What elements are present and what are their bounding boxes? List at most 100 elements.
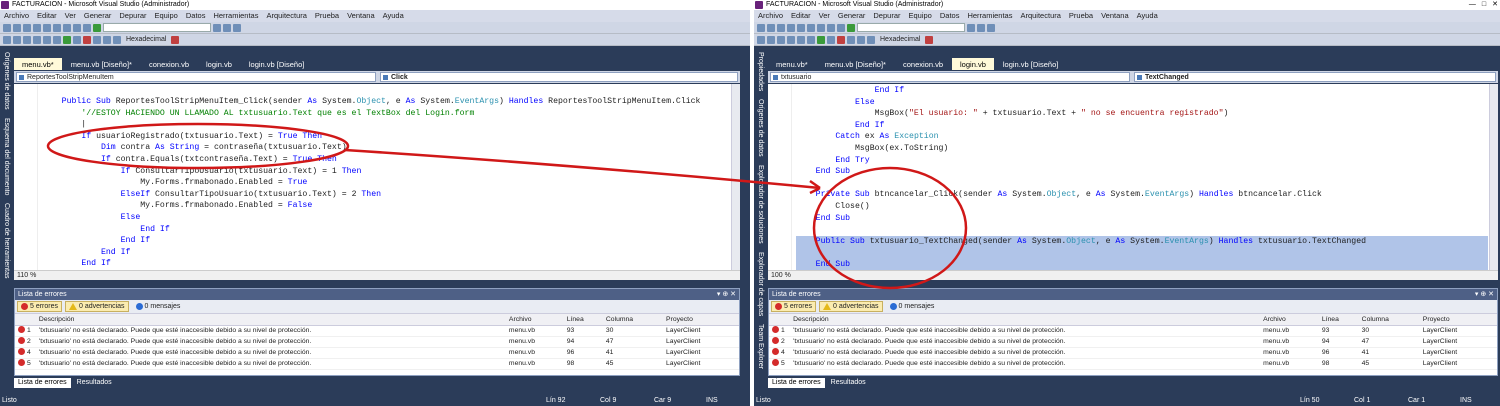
undo-icon[interactable]: [73, 23, 81, 32]
side-tab-0[interactable]: Orígenes de datos: [0, 48, 12, 114]
close-icon[interactable]: ✕: [1492, 0, 1498, 10]
step-out-icon[interactable]: [113, 35, 121, 44]
find-icon[interactable]: [213, 23, 221, 32]
copy-icon[interactable]: [53, 23, 61, 32]
bookmark-icon[interactable]: [797, 35, 805, 44]
menu-equipo[interactable]: Equipo: [151, 10, 182, 22]
errors-filter-button[interactable]: 5 errores: [771, 301, 817, 312]
menu-generar[interactable]: Generar: [834, 10, 870, 22]
cut-icon[interactable]: [43, 23, 51, 32]
step-over-icon[interactable]: [857, 35, 865, 44]
table-row[interactable]: 2'txtusuario' no está declarado. Puede q…: [769, 336, 1497, 348]
comment-icon[interactable]: [777, 35, 785, 44]
doc-tab-1[interactable]: menu.vb [Diseño]*: [63, 58, 140, 70]
doc-tab-0[interactable]: menu.vb*: [768, 58, 816, 70]
properties-icon[interactable]: [233, 23, 241, 32]
format-icon[interactable]: [3, 35, 11, 44]
column-header[interactable]: Columna: [1359, 314, 1421, 326]
menu-archivo[interactable]: Archivo: [754, 10, 787, 22]
menu-ventana[interactable]: Ventana: [1097, 10, 1133, 22]
menu-datos[interactable]: Datos: [936, 10, 964, 22]
step-into-icon[interactable]: [93, 35, 101, 44]
bookmark-next-icon[interactable]: [53, 35, 61, 44]
format-icon[interactable]: [757, 35, 765, 44]
menu-depurar[interactable]: Depurar: [869, 10, 904, 22]
doc-tab-4[interactable]: login.vb [Diseño]: [241, 58, 312, 70]
method-combo[interactable]: Click: [380, 72, 738, 82]
continue-icon[interactable]: [817, 35, 825, 44]
hexadecimal-toggle[interactable]: Hexadecimal: [877, 36, 923, 43]
side-tab-1[interactable]: Esquema del documento: [0, 114, 12, 199]
open-icon[interactable]: [13, 23, 21, 32]
table-row[interactable]: 4'txtusuario' no está declarado. Puede q…: [769, 347, 1497, 359]
column-header[interactable]: Línea: [564, 314, 604, 326]
menu-archivo[interactable]: Archivo: [0, 10, 33, 22]
method-combo[interactable]: TextChanged: [1134, 72, 1496, 82]
menu-ayuda[interactable]: Ayuda: [379, 10, 408, 22]
minimize-icon[interactable]: —: [1469, 0, 1476, 10]
code-editor-right[interactable]: End If Else MsgBox("El usuario: " + txtu…: [768, 84, 1498, 270]
copy-icon[interactable]: [807, 23, 815, 32]
zoom-level[interactable]: 100 %: [771, 272, 791, 279]
properties-icon[interactable]: [987, 23, 995, 32]
warnings-filter-button[interactable]: 0 advertencias: [65, 301, 129, 312]
bookmark-icon[interactable]: [43, 35, 51, 44]
menu-generar[interactable]: Generar: [80, 10, 116, 22]
column-header[interactable]: Proyecto: [664, 314, 739, 326]
errors-filter-button[interactable]: 5 errores: [17, 301, 63, 312]
doc-tab-2[interactable]: conexion.vb: [895, 58, 951, 70]
class-combo[interactable]: ReportesToolStripMenuItem: [16, 72, 376, 82]
solution-config-combo[interactable]: [103, 23, 211, 32]
find-icon[interactable]: [967, 23, 975, 32]
side-tab-0[interactable]: Propiedades: [754, 48, 766, 95]
doc-tab-2[interactable]: conexion.vb: [141, 58, 197, 70]
editor-vertical-scrollbar[interactable]: [1489, 84, 1498, 270]
messages-filter-button[interactable]: 0 mensajes: [886, 301, 939, 312]
menu-ver[interactable]: Ver: [815, 10, 834, 22]
doc-tab-3[interactable]: login.vb: [198, 58, 240, 70]
warnings-filter-button[interactable]: 0 advertencias: [819, 301, 883, 312]
doc-tab-0[interactable]: menu.vb*: [14, 58, 62, 70]
editor-vertical-scrollbar[interactable]: [731, 84, 740, 270]
table-row[interactable]: 1'txtusuario' no está declarado. Puede q…: [769, 325, 1497, 337]
column-header[interactable]: Columna: [603, 314, 665, 326]
save-all-icon[interactable]: [33, 23, 41, 32]
paste-icon[interactable]: [63, 23, 71, 32]
pin-icon[interactable]: ▾ ⊕ ✕: [717, 289, 736, 300]
cut-icon[interactable]: [797, 23, 805, 32]
side-tab-3[interactable]: Explorador de capas: [754, 248, 766, 320]
tab-results[interactable]: Resultados: [73, 378, 116, 388]
tab-error-list[interactable]: Lista de errores: [768, 378, 825, 388]
breakpoints-icon[interactable]: [171, 35, 180, 44]
menu-arquitectura[interactable]: Arquitectura: [262, 10, 310, 22]
menu-arquitectura[interactable]: Arquitectura: [1016, 10, 1064, 22]
doc-tab-4[interactable]: login.vb [Diseño]: [995, 58, 1066, 70]
doc-tab-1[interactable]: menu.vb [Diseño]*: [817, 58, 894, 70]
undo-icon[interactable]: [827, 23, 835, 32]
table-row[interactable]: 2'txtusuario' no está declarado. Puede q…: [15, 336, 739, 348]
side-tab-4[interactable]: Team Explorer: [754, 320, 766, 373]
menu-prueba[interactable]: Prueba: [311, 10, 343, 22]
menu-ventana[interactable]: Ventana: [343, 10, 379, 22]
maximize-icon[interactable]: □: [1482, 0, 1486, 10]
table-row[interactable]: 1'txtusuario' no está declarado. Puede q…: [15, 325, 739, 337]
column-header[interactable]: Descripción: [36, 314, 507, 326]
bookmark-next-icon[interactable]: [807, 35, 815, 44]
menu-datos[interactable]: Datos: [182, 10, 210, 22]
redo-icon[interactable]: [83, 23, 91, 32]
column-header[interactable]: Proyecto: [1420, 314, 1497, 326]
menu-ver[interactable]: Ver: [61, 10, 80, 22]
open-icon[interactable]: [767, 23, 775, 32]
doc-tab-3[interactable]: login.vb: [952, 58, 994, 70]
pause-icon[interactable]: [73, 35, 81, 44]
solution-explorer-icon[interactable]: [977, 23, 985, 32]
menu-herramientas[interactable]: Herramientas: [209, 10, 262, 22]
column-header[interactable]: Descripción: [791, 314, 1262, 326]
start-debug-icon[interactable]: [93, 23, 101, 32]
solution-config-combo[interactable]: [857, 23, 965, 32]
table-row[interactable]: 5'txtusuario' no está declarado. Puede q…: [769, 358, 1497, 370]
pin-icon[interactable]: ▾ ⊕ ✕: [1475, 289, 1494, 300]
continue-icon[interactable]: [63, 35, 71, 44]
breakpoints-icon[interactable]: [925, 35, 934, 44]
zoom-level[interactable]: 110 %: [17, 272, 36, 279]
